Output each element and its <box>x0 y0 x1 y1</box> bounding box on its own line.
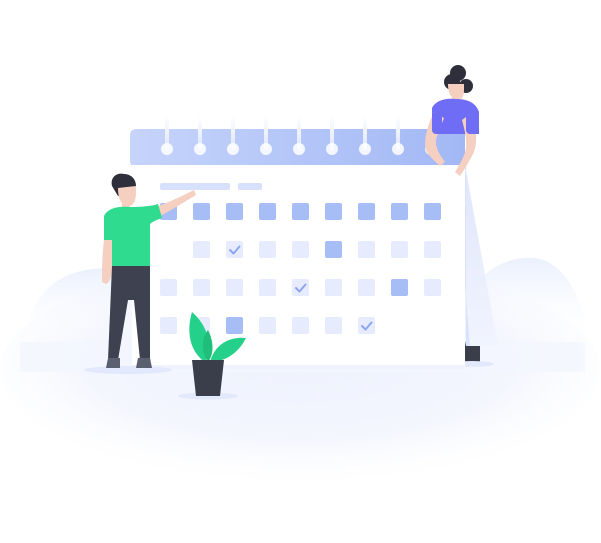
day-cell <box>292 317 309 334</box>
binder-hole <box>293 143 305 155</box>
day-cell-checked <box>358 317 375 334</box>
day-cell <box>160 279 177 296</box>
day-cell <box>292 203 309 220</box>
day-cell <box>325 279 342 296</box>
day-cell <box>226 203 243 220</box>
woman-sleeve <box>466 112 479 134</box>
day-cell <box>424 241 441 258</box>
binder-hole <box>359 143 371 155</box>
binder-hole <box>227 143 239 155</box>
day-cell <box>424 279 441 296</box>
day-cell <box>193 203 210 220</box>
man-shadow <box>84 366 172 374</box>
day-cell <box>424 203 441 220</box>
day-cell <box>391 203 408 220</box>
man-shoe <box>136 358 152 368</box>
binder-hole <box>326 143 338 155</box>
day-cell <box>259 317 276 334</box>
day-cell <box>259 203 276 220</box>
man-shoe <box>106 358 120 368</box>
day-cell <box>193 241 210 258</box>
illustration-canvas <box>0 65 600 480</box>
day-cell <box>259 279 276 296</box>
calendar <box>130 116 465 369</box>
day-cell <box>292 241 309 258</box>
day-cell <box>226 317 243 334</box>
day-cell <box>193 279 210 296</box>
binder-hole <box>260 143 272 155</box>
binder-hole <box>194 143 206 155</box>
calendar-planning-illustration <box>0 0 601 543</box>
binder-hole <box>161 143 173 155</box>
day-cell <box>160 317 177 334</box>
day-cell <box>226 279 243 296</box>
day-cell <box>325 241 342 258</box>
plant-pot <box>192 360 224 396</box>
day-cell <box>358 241 375 258</box>
month-label-placeholder <box>160 183 230 190</box>
binder-hole <box>392 143 404 155</box>
calendar-page <box>132 165 465 368</box>
day-cell <box>325 317 342 334</box>
day-cell-checked <box>226 241 243 258</box>
day-cell <box>358 203 375 220</box>
calendar-page-edge <box>132 365 465 369</box>
day-cell-checked <box>292 279 309 296</box>
day-cell <box>358 279 375 296</box>
man-lower-arm <box>102 240 112 284</box>
woman-sleeve <box>432 112 442 134</box>
year-label-placeholder <box>238 183 262 190</box>
day-cell <box>391 241 408 258</box>
day-cell <box>259 241 276 258</box>
day-cell <box>391 279 408 296</box>
day-cell <box>325 203 342 220</box>
